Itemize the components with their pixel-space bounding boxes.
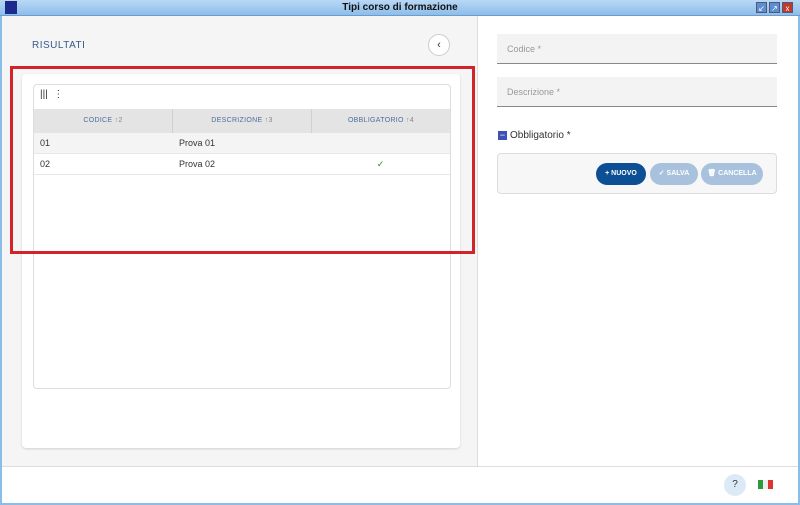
title-bar: Tipi corso di formazione ↙ ↗ x <box>0 0 800 16</box>
language-flag-icon[interactable] <box>758 480 773 489</box>
maximize-icon[interactable]: ↗ <box>769 2 780 13</box>
descrizione-input[interactable]: Descrizione * <box>497 77 777 107</box>
cancella-button[interactable]: 🗑 CANCELLA <box>701 163 763 185</box>
codice-input[interactable]: Codice * <box>497 34 777 64</box>
collapse-button[interactable]: ‹ <box>428 34 450 56</box>
window-title: Tipi corso di formazione <box>342 2 458 13</box>
action-bar: + NUOVO ✓ SALVA 🗑 CANCELLA <box>497 153 777 194</box>
nuovo-button[interactable]: + NUOVO <box>596 163 646 185</box>
close-icon[interactable]: x <box>782 2 793 13</box>
obbligatorio-checkbox[interactable]: − Obbligatorio * <box>498 130 571 141</box>
footer <box>2 466 798 503</box>
salva-button[interactable]: ✓ SALVA <box>650 163 698 185</box>
help-button[interactable]: ? <box>724 474 746 496</box>
results-title: RISULTATI <box>32 40 86 51</box>
minimize-icon[interactable]: ↙ <box>756 2 767 13</box>
highlight-box <box>10 66 475 254</box>
